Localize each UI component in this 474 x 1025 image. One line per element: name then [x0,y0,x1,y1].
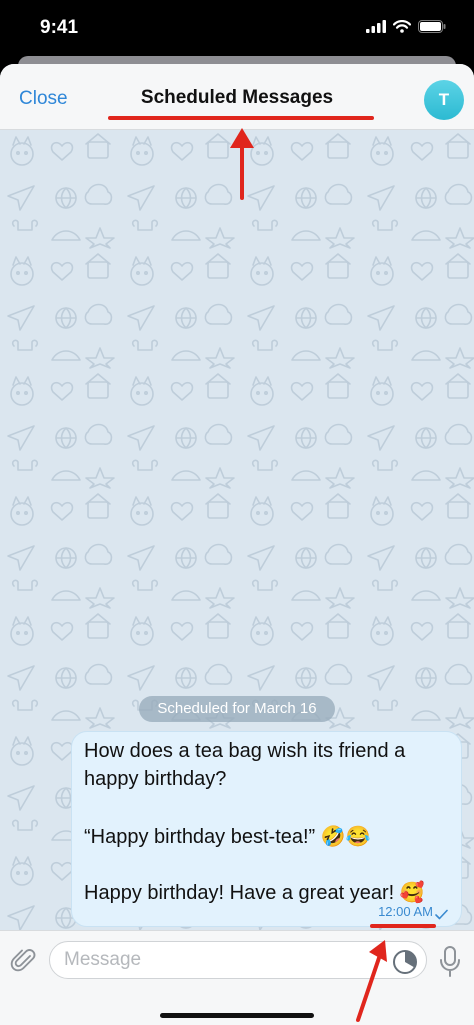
status-time: 9:41 [40,17,79,38]
message-time: 12:00 AM [378,904,433,919]
composer-bar [0,930,474,1025]
time-underline [370,924,436,928]
wifi-icon [393,20,411,33]
message-line: How does a tea bag wish its friend a [84,740,406,762]
home-indicator [160,1013,314,1018]
message-line: Happy birthday! Have a great year! 🥰 [84,882,425,904]
scheduled-date-label: Scheduled for March 16 [139,696,335,722]
arrow-up-icon [356,940,387,1022]
navigation-bar: Close Scheduled Messages T [0,64,474,130]
status-icons [366,20,446,33]
message-bubble[interactable]: How does a tea bag wish its friend a hap… [71,731,462,927]
microphone-icon[interactable] [438,945,462,979]
message-line: happy birthday? [84,768,227,790]
status-bar: 9:41 [0,0,474,56]
schedule-clock-icon[interactable] [392,949,418,975]
cellular-icon [366,20,386,33]
message-line: “Happy birthday best-tea!” 🤣😂 [84,826,371,848]
page-title: Scheduled Messages [140,87,334,108]
arrow-up-icon [230,128,254,200]
title-underline [108,116,374,120]
scheduled-messages-sheet: Close Scheduled Messages T Scheduled for… [0,64,474,1025]
battery-icon [418,20,446,33]
paperclip-icon[interactable] [10,947,38,975]
checkmark-icon [435,909,448,920]
avatar[interactable]: T [424,80,464,120]
